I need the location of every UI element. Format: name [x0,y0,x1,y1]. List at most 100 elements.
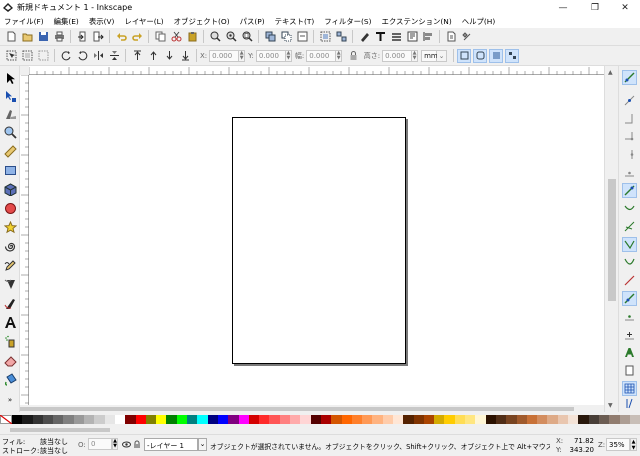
move-gradient-toggle[interactable] [489,48,504,63]
color-swatch[interactable] [629,415,640,424]
zoom-tool[interactable] [2,124,18,140]
color-swatch[interactable] [94,415,105,424]
text-tool[interactable] [2,314,18,330]
color-swatch[interactable] [12,415,23,424]
spray-tool[interactable] [2,333,18,349]
x-input[interactable]: 0.000 [209,49,240,62]
color-swatch[interactable] [475,415,486,424]
color-swatch[interactable] [187,415,198,424]
vertical-scrollbar[interactable]: ▲ ▼ [604,66,618,412]
color-swatch[interactable] [248,415,260,424]
menu-text[interactable]: テキスト(T) [275,16,315,27]
color-swatch[interactable] [104,415,115,424]
scale-corners-toggle[interactable] [473,48,488,63]
save-icon[interactable] [37,30,50,43]
color-swatch[interactable] [547,415,558,424]
color-swatch[interactable] [269,415,280,424]
document-properties-icon[interactable] [445,30,458,43]
lock-icon[interactable] [133,440,141,449]
color-swatch[interactable] [279,415,291,424]
x-spinner[interactable]: ▲ ▼ [239,49,246,62]
color-swatch[interactable] [228,415,239,424]
snap-nodes-toggle[interactable] [622,183,637,198]
color-swatch[interactable] [362,415,373,424]
align-distribute-icon[interactable] [422,30,435,43]
redo-icon[interactable] [131,30,144,43]
color-swatch[interactable] [537,415,548,424]
color-swatch[interactable] [217,415,229,424]
snap-midpoints-toggle[interactable] [622,273,637,288]
y-spinner[interactable]: ▲ ▼ [285,49,292,62]
color-swatch[interactable] [454,415,466,424]
color-swatch[interactable] [444,415,455,424]
color-swatch[interactable] [259,415,270,424]
xml-editor-icon[interactable] [406,30,419,43]
scroll-up-icon[interactable]: ▲ [608,69,613,76]
snap-intersection-toggle[interactable] [622,219,637,234]
color-swatch[interactable] [609,415,620,424]
color-swatch[interactable] [197,415,208,424]
menu-layer[interactable]: レイヤー(L) [124,16,163,27]
snap-bbox-corner-toggle[interactable] [622,129,637,144]
import-icon[interactable] [76,30,89,43]
ungroup-icon[interactable] [335,30,348,43]
tweak-tool[interactable] [2,106,18,122]
rectangle-tool[interactable] [2,162,18,178]
color-swatch[interactable] [145,415,157,424]
color-swatch[interactable] [53,415,64,424]
pen-tool[interactable] [2,276,18,292]
width-spinner[interactable]: ▲ ▼ [336,49,343,62]
color-swatch[interactable] [156,415,167,424]
selector-tool[interactable] [2,70,18,86]
snap-text-baseline-toggle[interactable] [622,345,637,360]
color-swatch[interactable] [372,415,383,424]
menu-object[interactable]: オブジェクト(O) [174,16,230,27]
layers-icon[interactable] [390,30,403,43]
menu-edit[interactable]: 編集(E) [54,16,79,27]
menu-filters[interactable]: フィルター(S) [324,16,371,27]
snap-grid-toggle[interactable] [622,381,637,396]
close-button[interactable]: ✕ [610,0,640,15]
color-swatch[interactable] [351,415,363,424]
clone-icon[interactable] [280,30,293,43]
unit-value[interactable]: mm [421,49,438,62]
lower-to-bottom-icon[interactable] [179,49,192,62]
color-swatch[interactable] [557,415,569,424]
menu-help[interactable]: ヘルプ(H) [462,16,496,27]
color-swatch[interactable] [485,415,496,424]
group-icon[interactable] [319,30,332,43]
color-swatch[interactable] [588,415,599,424]
scroll-down-icon[interactable]: ▼ [608,402,613,409]
copy-icon[interactable] [154,30,167,43]
text-font-icon[interactable] [374,30,387,43]
horizontal-scrollbar[interactable] [20,405,604,413]
unit-select[interactable]: mm ⌄ [421,49,448,62]
drawing-canvas[interactable] [29,75,604,405]
snap-paths-toggle[interactable] [622,201,637,216]
document-page[interactable] [232,117,406,364]
flip-vertical-icon[interactable] [108,49,121,62]
color-swatch[interactable] [238,415,249,424]
scale-stroke-toggle[interactable] [457,48,472,63]
color-swatch[interactable] [176,415,188,424]
color-swatch[interactable] [465,415,476,424]
cut-icon[interactable] [170,30,183,43]
snap-rotation-center-toggle[interactable] [622,327,637,342]
snap-object-center-toggle[interactable] [622,309,637,324]
measure-tool[interactable] [2,143,18,159]
select-all-icon[interactable] [5,49,18,62]
color-swatch[interactable] [22,415,33,424]
color-swatch[interactable] [382,415,393,424]
open-icon[interactable] [21,30,34,43]
color-swatch[interactable] [73,415,85,424]
color-swatch[interactable] [166,415,177,424]
color-swatch[interactable] [598,415,610,424]
maximize-button[interactable]: ❐ [580,0,610,15]
raise-icon[interactable] [147,49,160,62]
undo-icon[interactable] [115,30,128,43]
color-swatch[interactable] [290,415,301,424]
color-swatch[interactable] [578,415,589,424]
color-swatch[interactable] [423,415,435,424]
more-tools-icon[interactable]: » [2,392,18,408]
lower-icon[interactable] [163,49,176,62]
